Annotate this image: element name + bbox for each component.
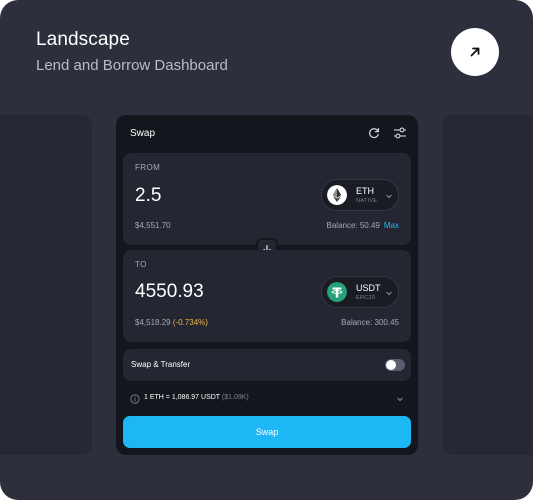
previous-preview-panel (0, 115, 92, 455)
info-icon (130, 394, 140, 404)
ethereum-icon (327, 185, 347, 205)
refresh-icon[interactable] (367, 126, 381, 140)
to-label: TO (135, 260, 147, 269)
to-token-symbol: USDT (356, 283, 381, 293)
exchange-rate-text: 1 ETH = 1,086.97 USDT (144, 394, 220, 401)
from-label: FROM (135, 163, 161, 172)
tether-icon (327, 282, 347, 302)
to-fiat-value: $4,518.29 (-0.734%) (135, 318, 208, 327)
chevron-down-icon[interactable] (396, 395, 404, 403)
from-token-network: NATIVE (356, 198, 378, 204)
next-preview-panel (442, 115, 533, 455)
swap-transfer-toggle[interactable] (385, 359, 405, 371)
max-button[interactable]: Max (384, 221, 399, 230)
exchange-rate-usd: ($1.09K) (221, 394, 249, 401)
to-balance: Balance: 300.45 (341, 318, 399, 327)
swap-transfer-label: Swap & Transfer (131, 360, 191, 369)
from-amount-input[interactable]: 2.5 (135, 185, 161, 207)
arrow-up-right-icon (470, 47, 480, 57)
swap-button[interactable]: Swap (123, 416, 411, 448)
from-token-symbol: ETH (356, 186, 374, 196)
swap-widget: Swap FROM 2.5 ETH NATIVE $4,551.70 Balan… (116, 115, 418, 455)
from-fiat-value: $4,551.70 (135, 221, 171, 230)
from-token-selector[interactable]: ETH NATIVE (321, 179, 399, 211)
swap-transfer-row: Swap & Transfer (123, 349, 411, 381)
swap-title: Swap (130, 128, 156, 139)
chevron-down-icon (386, 291, 392, 296)
card-subtitle: Lend and Borrow Dashboard (36, 57, 228, 74)
chevron-down-icon (386, 194, 392, 199)
from-panel: FROM 2.5 ETH NATIVE $4,551.70 Balance: 5… (123, 153, 411, 245)
card-title: Landscape (36, 29, 130, 50)
from-balance-text: Balance: 50.49 (326, 221, 380, 230)
to-token-selector[interactable]: USDT ERC20 (321, 276, 399, 308)
price-impact: (-0.734%) (172, 318, 208, 327)
settings-sliders-icon[interactable] (393, 126, 407, 140)
toggle-knob (386, 360, 396, 370)
to-token-network: ERC20 (356, 295, 376, 301)
to-fiat-text: $4,518.29 (135, 318, 171, 327)
open-link-button[interactable] (451, 28, 499, 76)
from-balance: Balance: 50.49 Max (327, 221, 400, 230)
to-panel: TO 4550.93 USDT ERC20 $4,518.29 (-0.734%… (123, 250, 411, 342)
dashboard-card: Landscape Lend and Borrow Dashboard Swap… (0, 0, 533, 500)
to-amount-output: 4550.93 (135, 281, 204, 302)
exchange-rate-row: 1 ETH = 1,086.97 USDT ($1.09K) (130, 393, 404, 407)
exchange-rate: 1 ETH = 1,086.97 USDT ($1.09K) (144, 394, 249, 401)
